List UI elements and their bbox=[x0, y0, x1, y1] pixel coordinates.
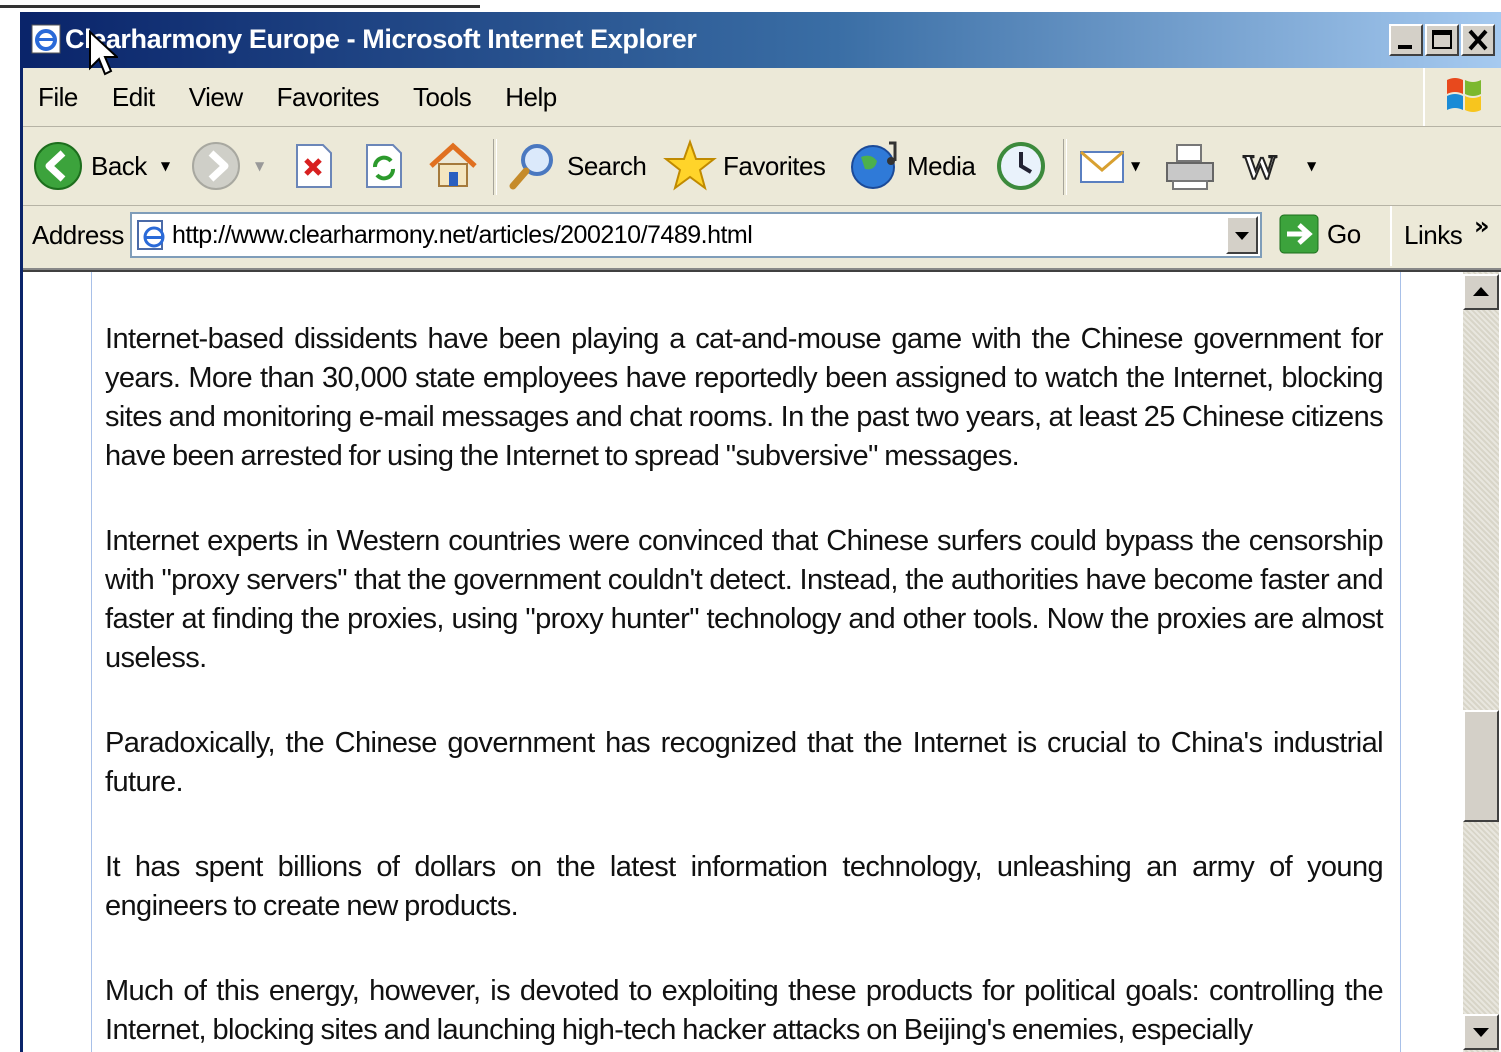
maximize-icon bbox=[1432, 30, 1452, 49]
search-button[interactable]: Search bbox=[507, 127, 647, 205]
menu-tools[interactable]: Tools bbox=[413, 80, 472, 114]
arrow-up-icon bbox=[1473, 287, 1489, 296]
back-dropdown-icon[interactable]: ▼ bbox=[161, 159, 170, 173]
article-paragraph: It has spent billions of dollars on the … bbox=[105, 851, 1384, 922]
article-paragraph: Internet experts in Western countries we… bbox=[105, 525, 1384, 674]
ie-window: Clearharmony Europe - Microsoft Internet… bbox=[20, 12, 1501, 1052]
scroll-thumb[interactable] bbox=[1463, 710, 1499, 822]
windows-flag-logo bbox=[1423, 68, 1501, 126]
forward-button[interactable]: ▼ bbox=[191, 127, 264, 205]
go-arrow-icon bbox=[1279, 214, 1319, 254]
vertical-scrollbar[interactable] bbox=[1463, 272, 1499, 1052]
toolbar-separator bbox=[493, 139, 497, 195]
history-button[interactable] bbox=[995, 127, 1047, 205]
media-button[interactable]: Media bbox=[849, 127, 976, 205]
page-icon bbox=[137, 220, 165, 250]
links-label: Links bbox=[1404, 220, 1463, 250]
back-arrow-icon bbox=[34, 142, 82, 190]
print-button[interactable] bbox=[1163, 127, 1217, 205]
top-strip bbox=[0, 0, 1501, 12]
printer-icon bbox=[1166, 144, 1214, 190]
home-button[interactable] bbox=[427, 127, 479, 205]
menu-file[interactable]: File bbox=[38, 80, 78, 114]
close-button[interactable] bbox=[1461, 24, 1495, 56]
history-clock-icon bbox=[997, 142, 1045, 190]
address-input[interactable] bbox=[172, 218, 1212, 252]
menu-favorites[interactable]: Favorites bbox=[277, 80, 380, 114]
edit-word-button[interactable]: W ▼ bbox=[1239, 127, 1316, 205]
favorites-button[interactable]: Favorites bbox=[663, 127, 826, 205]
mail-envelope-icon bbox=[1080, 150, 1124, 183]
forward-dropdown-icon[interactable]: ▼ bbox=[255, 159, 264, 173]
toolbar-separator bbox=[1063, 139, 1067, 195]
links-toolbar[interactable]: Links » bbox=[1390, 206, 1501, 266]
refresh-icon bbox=[366, 144, 402, 188]
arrow-down-icon bbox=[1473, 1028, 1489, 1037]
edit-dropdown-icon[interactable]: ▼ bbox=[1307, 159, 1316, 173]
article-paragraph: Much of this energy, however, is devoted… bbox=[105, 975, 1384, 1046]
page-viewport: Internet-based dissidents have been play… bbox=[23, 270, 1501, 1052]
top-strip-line bbox=[0, 5, 480, 8]
svg-text:W: W bbox=[1243, 149, 1277, 186]
menu-help[interactable]: Help bbox=[505, 80, 557, 114]
stop-icon bbox=[296, 144, 332, 188]
search-icon bbox=[509, 144, 553, 190]
menu-bar: File Edit View Favorites Tools Help bbox=[23, 68, 1501, 127]
media-globe-icon bbox=[851, 141, 897, 189]
address-field[interactable] bbox=[130, 212, 1262, 258]
minimize-button[interactable] bbox=[1389, 24, 1423, 56]
article-body: Internet-based dissidents have been play… bbox=[105, 320, 1384, 1052]
address-label: Address bbox=[32, 220, 124, 250]
word-w-icon: W bbox=[1242, 148, 1278, 187]
window-title: Clearharmony Europe - Microsoft Internet… bbox=[65, 24, 697, 54]
chevron-right-icon[interactable]: » bbox=[1474, 212, 1490, 240]
chevron-down-icon bbox=[1235, 232, 1249, 240]
address-dropdown-button[interactable] bbox=[1226, 216, 1258, 254]
article-paragraph: Internet-based dissidents have been play… bbox=[105, 323, 1384, 472]
back-button[interactable]: Back ▼ bbox=[33, 127, 170, 205]
caption-buttons bbox=[1389, 24, 1495, 56]
address-bar: Address Go Links » bbox=[23, 206, 1501, 270]
menu-edit[interactable]: Edit bbox=[112, 80, 155, 114]
title-bar[interactable]: Clearharmony Europe - Microsoft Internet… bbox=[23, 12, 1501, 68]
minimize-icon bbox=[1398, 45, 1412, 49]
search-label: Search bbox=[567, 150, 647, 181]
media-label: Media bbox=[907, 150, 976, 181]
windows-logo-icon bbox=[1447, 78, 1481, 112]
standard-toolbar: Back ▼ ▼ Search Favorites Media ▼ W ▼ bbox=[23, 127, 1501, 206]
forward-arrow-icon bbox=[192, 142, 240, 190]
article-paragraph: Paradoxically, the Chinese government ha… bbox=[105, 727, 1384, 798]
close-icon bbox=[1468, 29, 1488, 51]
go-button[interactable]: Go bbox=[1279, 214, 1361, 254]
go-label: Go bbox=[1327, 218, 1361, 249]
back-label: Back bbox=[91, 150, 147, 181]
mouse-cursor-icon bbox=[89, 30, 118, 76]
refresh-button[interactable] bbox=[363, 127, 405, 205]
maximize-button[interactable] bbox=[1425, 24, 1459, 56]
scroll-down-button[interactable] bbox=[1463, 1014, 1499, 1050]
stop-button[interactable] bbox=[293, 127, 335, 205]
menu-view[interactable]: View bbox=[189, 80, 243, 114]
favorites-label: Favorites bbox=[723, 150, 826, 181]
ie-icon bbox=[31, 24, 61, 54]
home-icon bbox=[429, 142, 477, 187]
mail-button[interactable]: ▼ bbox=[1077, 127, 1140, 205]
scroll-up-button[interactable] bbox=[1463, 274, 1499, 310]
favorites-star-icon bbox=[663, 139, 717, 191]
mail-dropdown-icon[interactable]: ▼ bbox=[1131, 159, 1140, 173]
